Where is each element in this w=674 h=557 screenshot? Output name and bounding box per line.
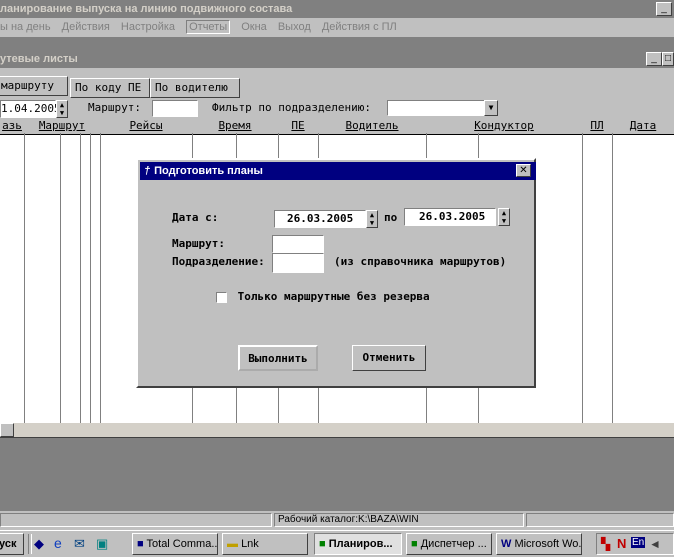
col-header-conductor[interactable]: Кондуктор bbox=[426, 118, 582, 134]
grid-divider bbox=[100, 133, 101, 423]
col-header-route[interactable]: Маршрут bbox=[24, 118, 100, 134]
run-button[interactable]: Выполнить bbox=[238, 345, 318, 371]
task-total-commander[interactable]: ■ Total Comma... bbox=[132, 533, 218, 555]
lower-panel bbox=[0, 437, 674, 512]
grid-header: азь Маршрут Рейсы Время ПЕ Водитель Конд… bbox=[0, 118, 674, 135]
grid-divider bbox=[60, 133, 61, 423]
quicklaunch-separator bbox=[28, 534, 32, 554]
date-spinner[interactable]: ▲ ▼ bbox=[56, 100, 68, 118]
folder-icon: ▬ bbox=[227, 538, 238, 550]
tab-by-route[interactable]: маршруту bbox=[0, 76, 68, 96]
date-from-label: Дата с: bbox=[172, 211, 219, 224]
filter-label: Фильтр по подразделению: bbox=[212, 101, 371, 114]
menu-item-actions[interactable]: Действия bbox=[62, 21, 110, 33]
menu-item-windows[interactable]: Окна bbox=[241, 21, 267, 33]
mdi-area bbox=[0, 37, 674, 50]
child-minimize-button[interactable]: _ bbox=[646, 52, 662, 66]
reserve-checkbox-label: Только маршрутные без резерва bbox=[237, 290, 430, 303]
col-header-driver[interactable]: Водитель bbox=[318, 118, 426, 134]
menu-item-pl-actions[interactable]: Действия с ПЛ bbox=[322, 21, 397, 33]
col-header-pe[interactable]: ПЕ bbox=[278, 118, 318, 134]
dialog-title: Подготовить планы bbox=[154, 165, 263, 177]
date-to-spinner[interactable]: ▲ ▼ bbox=[498, 208, 510, 226]
child-title-bar: утевые листы bbox=[0, 50, 674, 68]
date-to-field[interactable]: 26.03.2005 bbox=[404, 208, 496, 226]
grid-divider bbox=[612, 133, 613, 423]
col-header-time[interactable]: Время bbox=[192, 118, 278, 134]
prepare-plans-dialog: † Подготовить планы ✕ Дата с: 26.03.2005 … bbox=[136, 158, 536, 388]
horizontal-scrollbar[interactable] bbox=[0, 423, 674, 437]
app-icon: ■ bbox=[411, 538, 418, 550]
tab-strip: маршруту По коду ПЕ По водителю bbox=[0, 76, 674, 98]
status-panel-left bbox=[0, 513, 272, 527]
department-hint: (из справочника маршрутов) bbox=[334, 255, 507, 268]
reserve-checkbox[interactable] bbox=[216, 291, 227, 303]
internet-explorer-icon[interactable]: e bbox=[54, 535, 62, 551]
col-header-trips[interactable]: Рейсы bbox=[100, 118, 192, 134]
taskbar: уск ◆ e ✉ ▣ ■ Total Comma... ▬ Lnk ■ Пла… bbox=[0, 530, 674, 557]
tab-by-driver[interactable]: По водителю bbox=[150, 78, 240, 98]
tray-n-icon[interactable]: N bbox=[617, 536, 626, 551]
outlook-icon[interactable]: ✉ bbox=[74, 536, 85, 552]
date-from-field[interactable]: 26.03.2005 bbox=[274, 210, 366, 228]
task-microsoft-word[interactable]: W Microsoft Wo... bbox=[496, 533, 582, 555]
department-input[interactable] bbox=[272, 253, 324, 273]
department-filter-select[interactable] bbox=[387, 100, 485, 116]
col-header-pl[interactable]: ПЛ bbox=[582, 118, 612, 134]
tray-app-icon[interactable]: ▚ bbox=[601, 537, 610, 551]
start-button[interactable]: уск bbox=[0, 533, 24, 555]
document-icon[interactable]: ▣ bbox=[96, 536, 108, 552]
col-header-0[interactable]: азь bbox=[0, 118, 24, 134]
status-panel-workdir: Рабочий каталог:K:\BAZA\WIN bbox=[274, 513, 524, 527]
department-label: Подразделение: bbox=[172, 255, 265, 268]
system-tray: ▚ N En ◄ bbox=[596, 533, 674, 555]
grid-divider bbox=[90, 133, 91, 423]
app-icon: ■ bbox=[319, 538, 326, 550]
menu-item-day[interactable]: ы на день bbox=[0, 21, 51, 33]
task-lnk[interactable]: ▬ Lnk bbox=[222, 533, 308, 555]
status-bar: Рабочий каталог:K:\BAZA\WIN bbox=[0, 511, 674, 529]
menu-bar: ы на день Действия Настройка Отчеты Окна… bbox=[0, 18, 674, 36]
grid-divider bbox=[80, 133, 81, 423]
dialog-title-bar: † Подготовить планы bbox=[140, 162, 536, 180]
route-label: Маршрут: bbox=[88, 101, 141, 114]
menu-item-exit[interactable]: Выход bbox=[278, 21, 311, 33]
desktop-icon[interactable]: ◆ bbox=[34, 536, 44, 552]
pin-icon: † bbox=[144, 165, 151, 177]
chevron-down-icon[interactable]: ▼ bbox=[484, 100, 498, 116]
dialog-close-button[interactable]: ✕ bbox=[516, 164, 531, 177]
reserve-checkbox-row[interactable]: Только маршрутные без резерва bbox=[216, 290, 430, 303]
menu-item-reports[interactable]: Отчеты bbox=[186, 20, 231, 34]
scrollbar-thumb[interactable] bbox=[0, 423, 14, 437]
grid-divider bbox=[24, 133, 25, 423]
cancel-button[interactable]: Отменить bbox=[352, 345, 426, 371]
app-minimize-button[interactable]: _ bbox=[656, 2, 672, 16]
app-title: ланирование выпуска на линию подвижного … bbox=[0, 3, 293, 15]
to-label: по bbox=[384, 211, 398, 224]
volume-icon[interactable]: ◄ bbox=[649, 537, 661, 551]
floppy-icon: ■ bbox=[137, 538, 144, 550]
menu-item-settings[interactable]: Настройка bbox=[121, 21, 175, 33]
date-from-spinner[interactable]: ▲ ▼ bbox=[366, 210, 378, 228]
word-icon: W bbox=[501, 538, 512, 550]
date-field[interactable]: 1.04.2005 bbox=[0, 100, 61, 118]
filter-row: 1.04.2005 ▲ ▼ Маршрут: Фильтр по подразде… bbox=[0, 98, 674, 118]
status-panel-right bbox=[526, 513, 674, 527]
grid-divider bbox=[582, 133, 583, 423]
route-input[interactable] bbox=[272, 235, 324, 253]
route-filter-input[interactable] bbox=[152, 100, 198, 117]
child-title: утевые листы bbox=[0, 53, 78, 65]
task-planning[interactable]: ■ Планиров... bbox=[314, 533, 402, 555]
child-maximize-button[interactable]: □ bbox=[662, 52, 674, 66]
language-indicator[interactable]: En bbox=[631, 537, 646, 548]
app-title-bar: ланирование выпуска на линию подвижного … bbox=[0, 0, 674, 18]
col-header-date[interactable]: Дата bbox=[612, 118, 674, 134]
route-label-dialog: Маршрут: bbox=[172, 237, 225, 250]
tab-by-pe-code[interactable]: По коду ПЕ bbox=[70, 78, 150, 98]
task-dispatcher[interactable]: ■ Диспетчер ... bbox=[406, 533, 492, 555]
